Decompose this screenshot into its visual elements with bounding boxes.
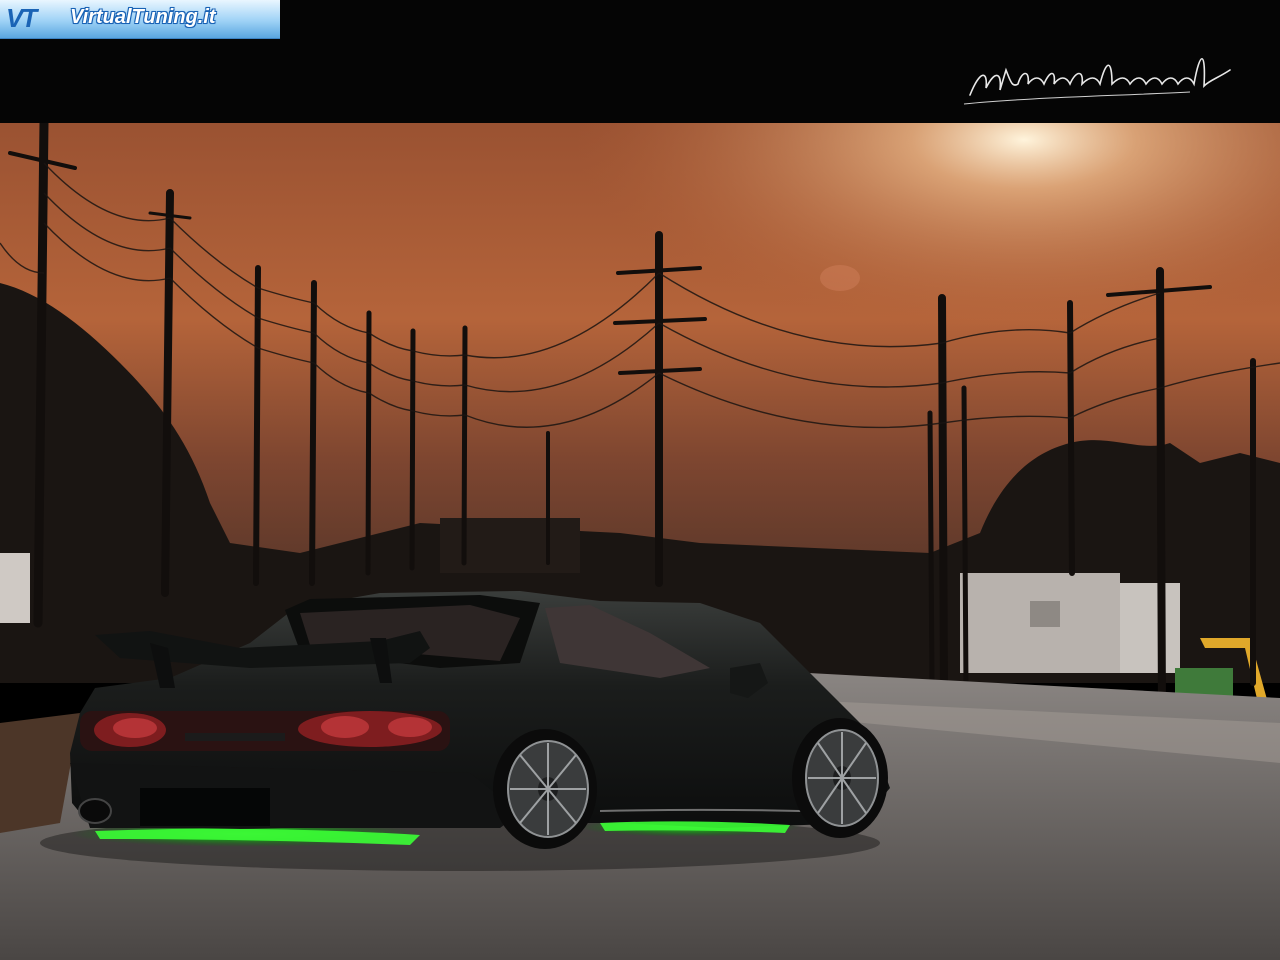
site-logo: VT VirtualTuning.it [0,0,280,39]
site-logo-text: VirtualTuning.it [70,6,216,28]
tuned-car-photo [0,123,1280,960]
vt-logo-icon: VT [6,3,37,33]
signature [963,58,1231,105]
wallpaper: VT VirtualTuning.it [0,0,1280,960]
